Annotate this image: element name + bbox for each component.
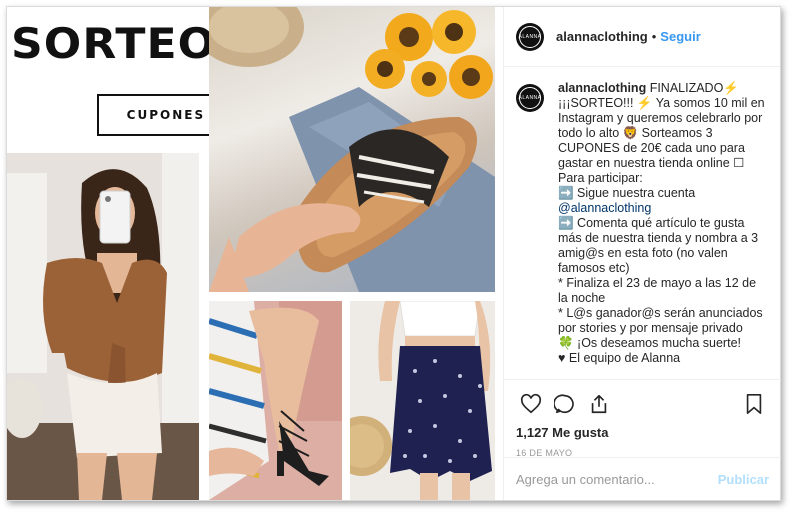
caption-line-6: * Finaliza el 23 de mayo a las 12 de la … bbox=[558, 276, 760, 305]
collage-title: SORTEO bbox=[11, 19, 217, 68]
caption-username[interactable]: alannaclothing bbox=[558, 81, 646, 95]
caption-avatar[interactable]: ALANNA bbox=[516, 84, 544, 112]
caption-line-3: ➡️ Sigue nuestra cuenta bbox=[558, 186, 696, 200]
caption-line-7: * L@s ganador@s serán anunciados por sto… bbox=[558, 306, 767, 335]
heels-photo bbox=[209, 301, 342, 500]
separator-dot: • bbox=[651, 29, 657, 44]
post-actions: 1,127 Me gusta 16 DE MAYO bbox=[504, 379, 781, 458]
caption-text: alannaclothing FINALIZADO⚡ ¡¡¡SORTEO!!! … bbox=[558, 81, 768, 379]
username-link[interactable]: alannaclothing bbox=[556, 29, 648, 44]
post-caption: ALANNA alannaclothing FINALIZADO⚡ ¡¡¡SOR… bbox=[504, 67, 781, 379]
skirt-photo bbox=[350, 301, 495, 500]
caption-line-5: ➡️ Comenta qué artículo te gusta más de … bbox=[558, 216, 762, 275]
mirror-selfie-photo bbox=[7, 153, 199, 500]
caption-line-0: FINALIZADO⚡ bbox=[649, 81, 739, 95]
comment-input[interactable] bbox=[516, 471, 718, 487]
caption-mention[interactable]: @alannaclothing bbox=[558, 201, 768, 216]
caption-line-2: Para participar: bbox=[558, 171, 643, 185]
avatar-text: ALANNA bbox=[518, 33, 542, 40]
publish-button[interactable]: Publicar bbox=[718, 472, 769, 487]
sandal-photo bbox=[209, 7, 495, 292]
comment-bar: Publicar bbox=[504, 457, 781, 500]
caption-line-1: ¡¡¡SORTEO!!! ⚡ Ya somos 10 mil en Instag… bbox=[558, 96, 769, 170]
share-icon[interactable] bbox=[584, 390, 614, 418]
post-header: ALANNA alannaclothing • Seguir bbox=[504, 7, 780, 67]
caption-line-9: ♥ El equipo de Alanna bbox=[558, 351, 681, 365]
avatar[interactable]: ALANNA bbox=[516, 22, 544, 51]
bookmark-icon[interactable] bbox=[739, 390, 769, 418]
comment-icon[interactable] bbox=[550, 390, 580, 418]
post-image-collage[interactable]: SORTEO CUPONES 20€ bbox=[7, 7, 503, 500]
caption-line-8: 🍀 ¡Os deseamos mucha suerte! bbox=[558, 336, 741, 350]
caption-avatar-text: ALANNA bbox=[518, 95, 542, 101]
heart-icon[interactable] bbox=[516, 390, 546, 418]
post-side-panel: ALANNA alannaclothing • Seguir ALANNA al… bbox=[503, 7, 781, 500]
instagram-post-frame: SORTEO CUPONES 20€ ALANNA alannaclothing… bbox=[6, 6, 781, 501]
likes-count[interactable]: 1,127 Me gusta bbox=[516, 425, 769, 440]
follow-button[interactable]: Seguir bbox=[660, 29, 700, 44]
